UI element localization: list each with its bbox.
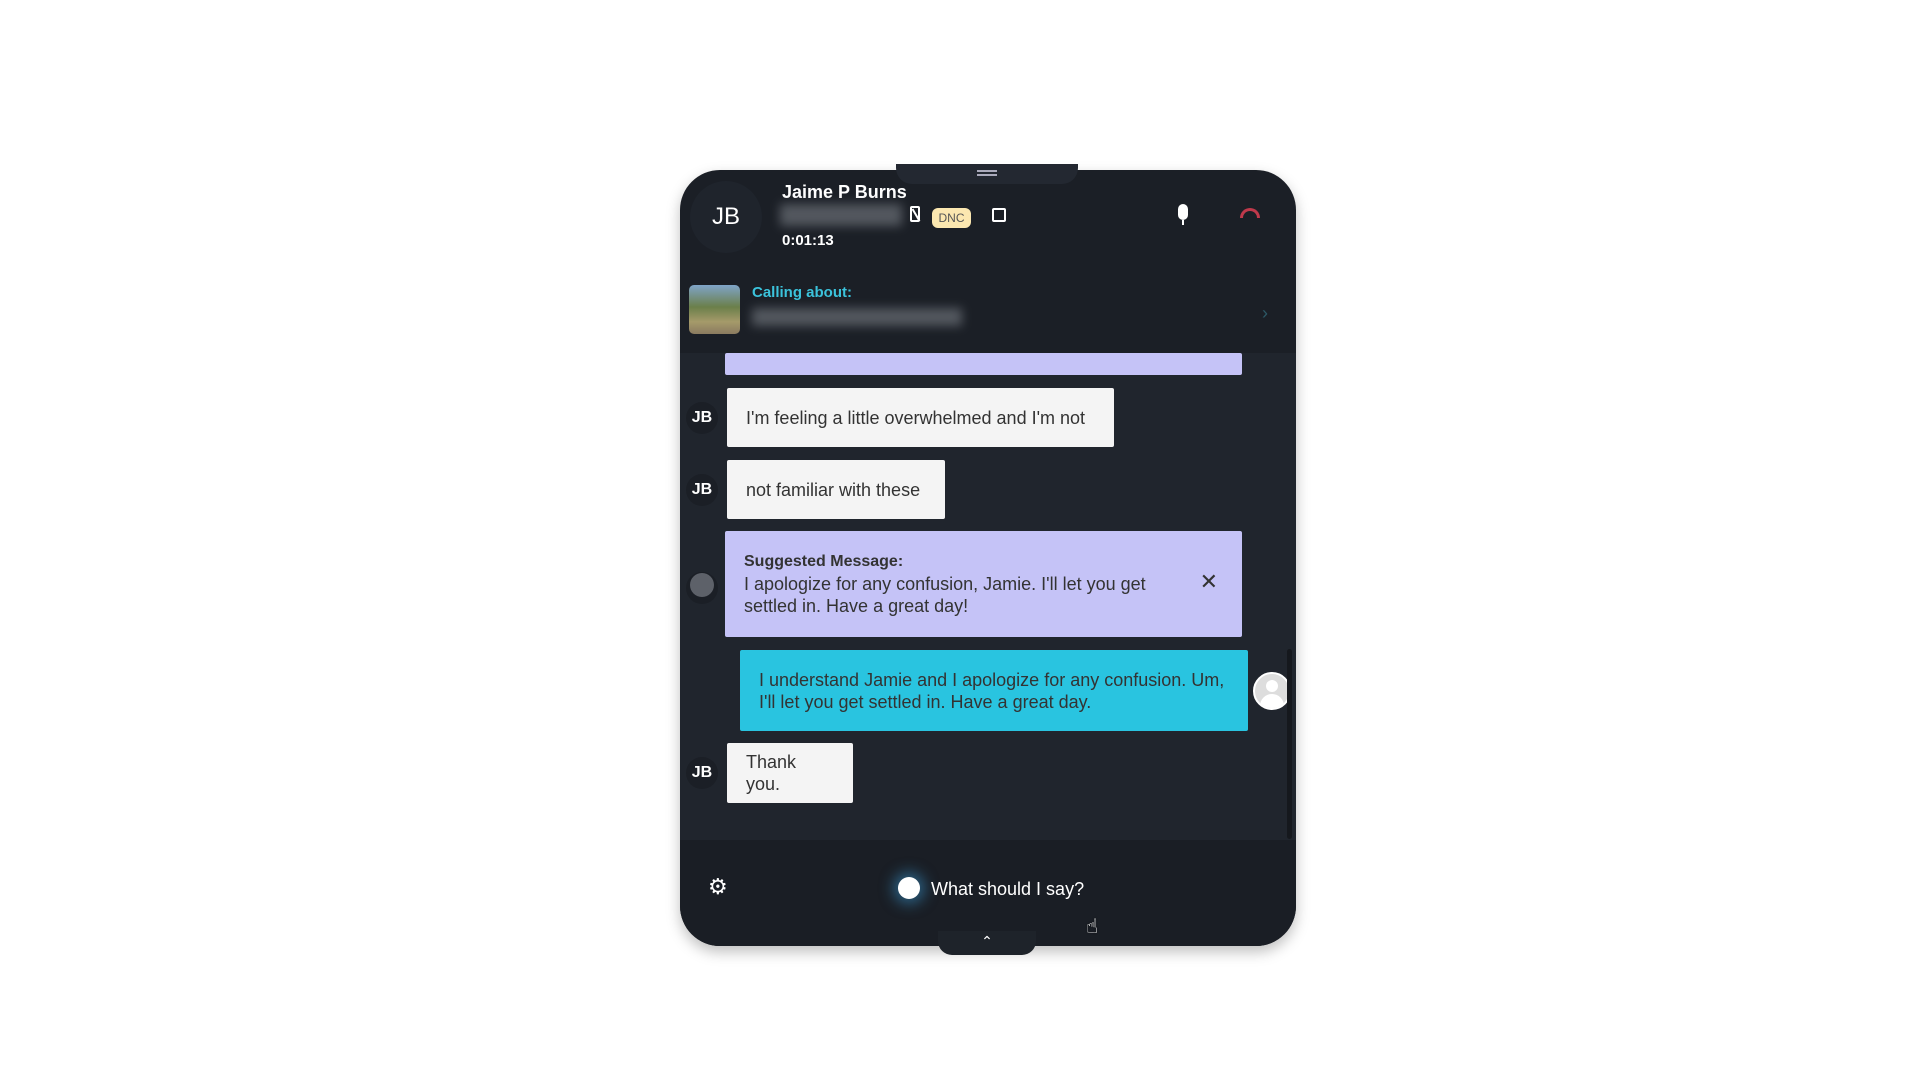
calling-about-label: Calling about: bbox=[752, 284, 852, 301]
message-bubble: Thank you. bbox=[727, 743, 853, 803]
property-thumbnail bbox=[689, 285, 740, 334]
settings-gear-icon[interactable]: ⚙ bbox=[708, 874, 728, 900]
suggested-message-text: I apologize for any confusion, Jamie. I'… bbox=[744, 574, 1146, 616]
no-sms-icon[interactable] bbox=[910, 206, 921, 222]
drag-handle[interactable] bbox=[896, 164, 1078, 184]
edit-contact-icon[interactable] bbox=[992, 208, 1006, 222]
contact-name: Jaime P Burns bbox=[782, 182, 907, 202]
agent-avatar bbox=[1253, 672, 1291, 710]
hang-up-icon[interactable] bbox=[1240, 208, 1260, 218]
contact-avatar-small: JB bbox=[686, 402, 718, 434]
contact-avatar-small: JB bbox=[686, 474, 718, 506]
chevron-right-icon[interactable]: › bbox=[1262, 303, 1268, 324]
suggested-message-card[interactable]: Suggested Message: I apologize for any c… bbox=[725, 531, 1242, 637]
suggestion-indicator-dot bbox=[690, 573, 714, 597]
contact-avatar-small: JB bbox=[686, 757, 718, 789]
chat-scrollbar[interactable] bbox=[1287, 649, 1292, 839]
phone-number-blurred bbox=[780, 204, 902, 226]
close-icon[interactable]: ✕ bbox=[1200, 569, 1218, 595]
microphone-icon[interactable] bbox=[1178, 204, 1188, 225]
expand-chevron-up-button[interactable]: ⌃ bbox=[938, 931, 1036, 955]
what-should-i-say-button[interactable]: What should I say? bbox=[931, 879, 1084, 900]
dnc-badge: DNC bbox=[932, 208, 971, 228]
message-bubble: not familiar with these bbox=[727, 460, 945, 519]
assistant-orb-icon[interactable] bbox=[898, 877, 920, 899]
call-timer: 0:01:13 bbox=[782, 232, 834, 249]
suggested-message-title: Suggested Message: bbox=[744, 553, 904, 570]
agent-message-bubble: I understand Jamie and I apologize for a… bbox=[740, 650, 1248, 731]
mouse-cursor-icon: ☝ bbox=[1086, 916, 1099, 938]
message-bubble: I'm feeling a little overwhelmed and I'm… bbox=[727, 388, 1114, 447]
cropped-message bbox=[725, 353, 1242, 375]
contact-avatar: JB bbox=[690, 181, 762, 253]
property-address-blurred bbox=[752, 308, 962, 326]
